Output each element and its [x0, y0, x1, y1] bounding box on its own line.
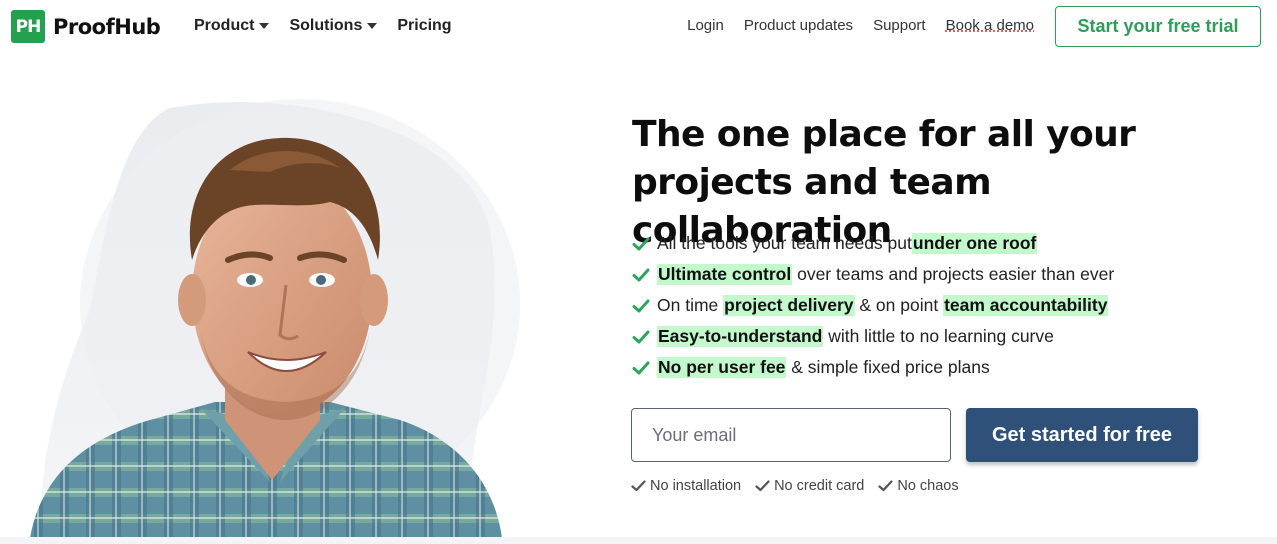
check-icon — [632, 330, 650, 343]
note-item: No installation — [631, 478, 741, 494]
feature-item: No per user fee & simple fixed price pla… — [632, 352, 1114, 383]
top-navbar: PH ProofHub Product Solutions Pricing Lo… — [0, 0, 1277, 54]
support-link[interactable]: Support — [873, 17, 926, 34]
secondary-menu: Login Product updates Support Book a dem… — [687, 17, 1034, 34]
feature-list: All the tools your team needs put under … — [632, 228, 1114, 383]
feature-highlight: No per user fee — [657, 357, 787, 378]
menu-product[interactable]: Product — [194, 17, 270, 35]
check-icon — [632, 237, 650, 250]
proofhub-logo[interactable]: PH ProofHub — [11, 10, 161, 43]
feature-item: Easy-to-understand with little to no lea… — [632, 321, 1114, 352]
check-icon — [632, 361, 650, 374]
feature-item: Ultimate control over teams and projects… — [632, 259, 1114, 290]
book-demo-link[interactable]: Book a demo — [946, 17, 1034, 34]
check-icon — [755, 480, 770, 492]
note-text: No installation — [650, 478, 742, 494]
feature-highlight: under one roof — [911, 233, 1038, 254]
menu-pricing[interactable]: Pricing — [397, 17, 451, 35]
caret-down-icon — [367, 23, 378, 29]
menu-solutions[interactable]: Solutions — [289, 17, 378, 35]
menu-product-label: Product — [194, 17, 255, 34]
feature-highlight: Ultimate control — [657, 264, 793, 285]
note-text: No chaos — [897, 478, 959, 494]
menu-pricing-label: Pricing — [397, 17, 452, 34]
note-text: No credit card — [774, 478, 865, 494]
headline-line-1: The one place for all your — [632, 114, 1136, 155]
feature-highlight: project delivery — [723, 295, 855, 316]
feature-text: & on point — [854, 295, 944, 315]
hero-portrait-image — [0, 90, 540, 538]
product-updates-link[interactable]: Product updates — [744, 17, 853, 34]
signup-notes: No installation No credit card No chaos — [631, 478, 959, 494]
feature-text: over teams and projects easier than ever — [792, 264, 1115, 284]
feature-text: with little to no learning curve — [823, 326, 1054, 346]
feature-highlight: Easy-to-understand — [657, 326, 824, 347]
menu-solutions-label: Solutions — [289, 17, 363, 34]
caret-down-icon — [259, 23, 270, 29]
logo-mark: PH — [11, 10, 45, 43]
feature-text: All the tools your team needs put — [657, 233, 912, 253]
primary-menu: Product Solutions Pricing — [194, 17, 452, 35]
check-icon — [878, 480, 893, 492]
section-divider — [0, 537, 1277, 544]
check-icon — [632, 299, 650, 312]
feature-item: All the tools your team needs put under … — [632, 228, 1114, 259]
feature-text: & simple fixed price plans — [786, 357, 990, 377]
note-item: No chaos — [878, 478, 959, 494]
check-icon — [631, 480, 646, 492]
start-free-trial-button[interactable]: Start your free trial — [1055, 6, 1261, 47]
note-item: No credit card — [755, 478, 864, 494]
logo-text: ProofHub — [53, 14, 161, 39]
login-link[interactable]: Login — [687, 17, 724, 34]
feature-item: On time project delivery & on point team… — [632, 290, 1114, 321]
get-started-button[interactable]: Get started for free — [966, 408, 1198, 462]
email-input[interactable] — [631, 408, 951, 462]
feature-text: On time — [657, 295, 724, 315]
check-icon — [632, 268, 650, 281]
feature-highlight: team accountability — [943, 295, 1109, 316]
